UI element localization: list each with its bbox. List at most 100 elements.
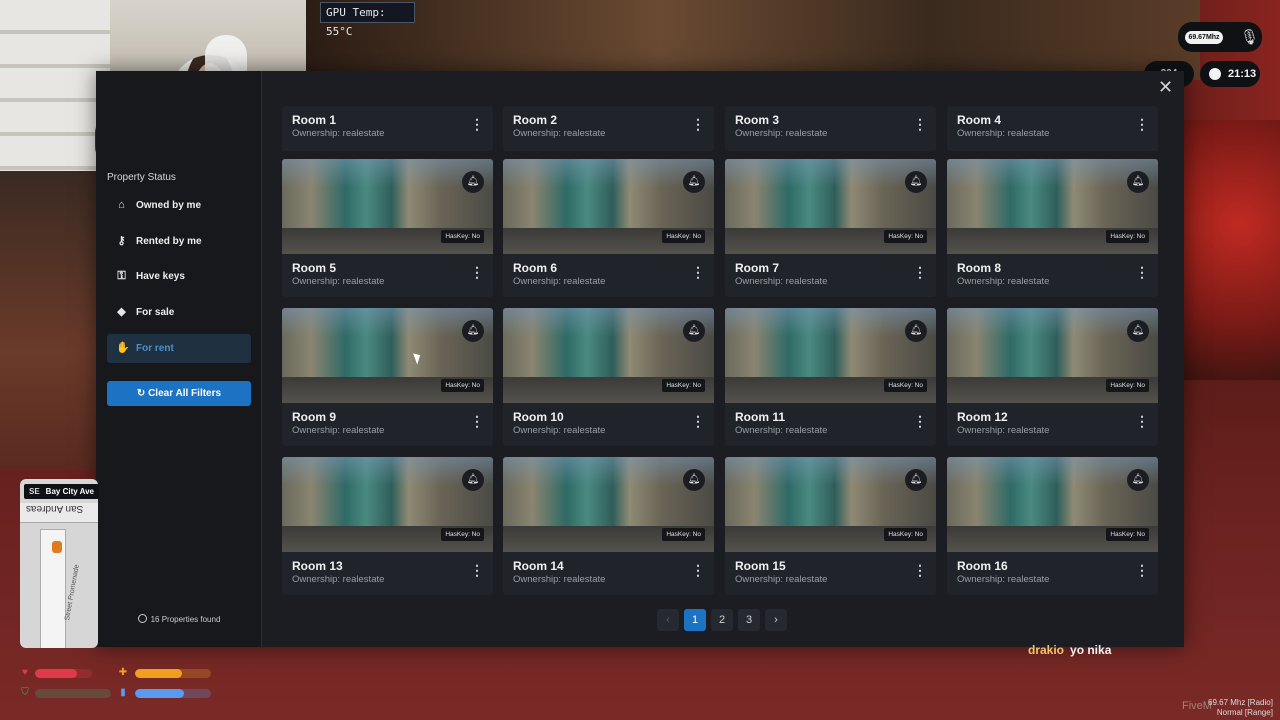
- room-card[interactable]: 🔔︎ HasKey: No Room 7 Ownership: realestate ⋮: [725, 159, 936, 297]
- bell-icon[interactable]: 🔔︎: [1127, 171, 1149, 193]
- room-card[interactable]: 🔔︎ HasKey: No Room 8 Ownership: realestate ⋮: [947, 159, 1158, 297]
- room-image: 🔔︎ HasKey: No: [725, 159, 936, 254]
- room-card[interactable]: 🔔︎ HasKey: No Room 14 Ownership: realestate…: [503, 457, 714, 595]
- more-options-icon[interactable]: ⋮: [469, 413, 485, 429]
- prev-page-button[interactable]: ‹: [657, 609, 679, 631]
- room-image: 🔔︎ HasKey: No: [947, 308, 1158, 403]
- filter-rented-by-me[interactable]: ⚷ Rented by me: [107, 227, 251, 256]
- bell-icon[interactable]: 🔔︎: [905, 469, 927, 491]
- bottle-icon: ▮: [120, 687, 126, 698]
- next-page-button[interactable]: ›: [765, 609, 787, 631]
- fork-knife-icon: ✚: [118, 667, 128, 678]
- page-1-button[interactable]: 1: [684, 609, 706, 631]
- room-ownership: Ownership: realestate: [292, 128, 385, 139]
- more-options-icon[interactable]: ⋮: [912, 562, 928, 578]
- page-3-button[interactable]: 3: [738, 609, 760, 631]
- room-image: 🔔︎ HasKey: No: [503, 308, 714, 403]
- clock-time: 21:13: [1228, 68, 1257, 80]
- more-options-icon[interactable]: ⋮: [1134, 116, 1150, 132]
- room-card[interactable]: 🔔︎ HasKey: No Room 15 Ownership: realestate…: [725, 457, 936, 595]
- radio-info: 69.67 Mhz [Radio] Normal [Range]: [1208, 698, 1273, 718]
- room-ownership: Ownership: realestate: [513, 128, 606, 139]
- more-options-icon[interactable]: ⋮: [1134, 413, 1150, 429]
- filter-sidebar: Property Status ⌂ Owned by me ⚷ Rented b…: [96, 71, 262, 647]
- filter-for-sale[interactable]: ◆ For sale: [107, 298, 251, 327]
- bell-icon[interactable]: 🔔︎: [905, 171, 927, 193]
- room-ownership: Ownership: realestate: [292, 425, 385, 436]
- thirst-bar-fill: [135, 689, 184, 698]
- background-right: [1180, 120, 1280, 380]
- room-card[interactable]: Room 2 Ownership: realestate ⋮: [503, 106, 714, 151]
- more-options-icon[interactable]: ⋮: [1134, 264, 1150, 280]
- background-wall: [300, 0, 1200, 80]
- armor-bar: [35, 689, 111, 698]
- filter-label: Rented by me: [136, 236, 202, 247]
- info-icon: [137, 614, 147, 623]
- room-card[interactable]: Room 4 Ownership: realestate ⋮: [947, 106, 1158, 151]
- more-options-icon[interactable]: ⋮: [690, 264, 706, 280]
- room-card[interactable]: 🔔︎ HasKey: No Room 12 Ownership: realestate…: [947, 308, 1158, 446]
- radio-line: 69.67 Mhz [Radio]: [1208, 698, 1273, 707]
- bell-icon[interactable]: 🔔︎: [462, 320, 484, 342]
- room-name: Room 7: [735, 261, 780, 275]
- more-options-icon[interactable]: ⋮: [912, 264, 928, 280]
- more-options-icon[interactable]: ⋮: [469, 562, 485, 578]
- room-card[interactable]: 🔔︎ HasKey: No Room 9 Ownership: realestate ⋮: [282, 308, 493, 446]
- room-card[interactable]: 🔔︎ HasKey: No Room 6 Ownership: realestate ⋮: [503, 159, 714, 297]
- more-options-icon[interactable]: ⋮: [912, 413, 928, 429]
- more-options-icon[interactable]: ⋮: [690, 562, 706, 578]
- minimap: San Andreas Street Promenade: [20, 479, 98, 648]
- haskey-badge: HasKey: No: [662, 379, 705, 392]
- room-ownership: Ownership: realestate: [292, 574, 385, 585]
- bell-icon[interactable]: 🔔︎: [1127, 469, 1149, 491]
- room-image: 🔔︎ HasKey: No: [503, 159, 714, 254]
- room-card[interactable]: 🔔︎ HasKey: No Room 16 Ownership: realestate…: [947, 457, 1158, 595]
- bell-icon[interactable]: 🔔︎: [683, 469, 705, 491]
- bell-icon[interactable]: 🔔︎: [905, 320, 927, 342]
- haskey-badge: HasKey: No: [441, 379, 484, 392]
- room-card[interactable]: 🔔︎ HasKey: No Room 13 Ownership: realestate…: [282, 457, 493, 595]
- handshake-icon: ✋: [116, 342, 130, 354]
- room-name: Room 6: [513, 261, 558, 275]
- bell-icon[interactable]: 🔔︎: [462, 469, 484, 491]
- thirst-bar: [135, 689, 211, 698]
- room-card[interactable]: 🔔︎ HasKey: No Room 10 Ownership: realestate…: [503, 308, 714, 446]
- filter-label: Owned by me: [136, 200, 202, 211]
- bell-icon[interactable]: 🔔︎: [683, 320, 705, 342]
- room-card[interactable]: Room 1 Ownership: realestate ⋮: [282, 106, 493, 151]
- voice-status: 69.67Mhz 🎙︎: [1178, 22, 1262, 52]
- page-2-button[interactable]: 2: [711, 609, 733, 631]
- bell-icon[interactable]: 🔔︎: [683, 171, 705, 193]
- filter-label: Have keys: [136, 271, 185, 282]
- more-options-icon[interactable]: ⋮: [1134, 562, 1150, 578]
- more-options-icon[interactable]: ⋮: [912, 116, 928, 132]
- filter-have-keys[interactable]: ⚿ Have keys: [107, 262, 251, 291]
- more-options-icon[interactable]: ⋮: [690, 116, 706, 132]
- filter-owned-by-me[interactable]: ⌂ Owned by me: [107, 191, 251, 220]
- close-icon[interactable]: ✕: [1158, 77, 1173, 98]
- more-options-icon[interactable]: ⋮: [690, 413, 706, 429]
- room-card[interactable]: 🔔︎ HasKey: No Room 5 Ownership: realestate ⋮: [282, 159, 493, 297]
- mic-muted-icon: 🎙︎: [1240, 29, 1260, 46]
- game-clock: 21:13: [1200, 61, 1260, 87]
- room-ownership: Ownership: realestate: [735, 276, 828, 287]
- room-image: 🔔︎ HasKey: No: [282, 159, 493, 254]
- room-name: Room 1: [292, 113, 337, 127]
- hunger-bar-fill: [135, 669, 183, 678]
- chat-message: drakio yo nika: [1028, 643, 1111, 657]
- more-options-icon[interactable]: ⋮: [469, 116, 485, 132]
- room-name: Room 13: [292, 559, 343, 573]
- haskey-badge: HasKey: No: [884, 230, 927, 243]
- bell-icon[interactable]: 🔔︎: [462, 171, 484, 193]
- room-name: Room 5: [292, 261, 337, 275]
- heart-icon: ♥: [22, 667, 28, 678]
- room-card[interactable]: 🔔︎ HasKey: No Room 11 Ownership: realestate…: [725, 308, 936, 446]
- street-name-tag: SE Bay City Ave: [24, 484, 99, 499]
- clear-all-filters-button[interactable]: ↻ Clear All Filters: [107, 381, 251, 406]
- bell-icon[interactable]: 🔔︎: [1127, 320, 1149, 342]
- haskey-badge: HasKey: No: [441, 230, 484, 243]
- more-options-icon[interactable]: ⋮: [469, 264, 485, 280]
- filter-for-rent[interactable]: ✋ For rent: [107, 334, 251, 363]
- room-card[interactable]: Room 3 Ownership: realestate ⋮: [725, 106, 936, 151]
- map-label: San Andreas: [26, 503, 84, 514]
